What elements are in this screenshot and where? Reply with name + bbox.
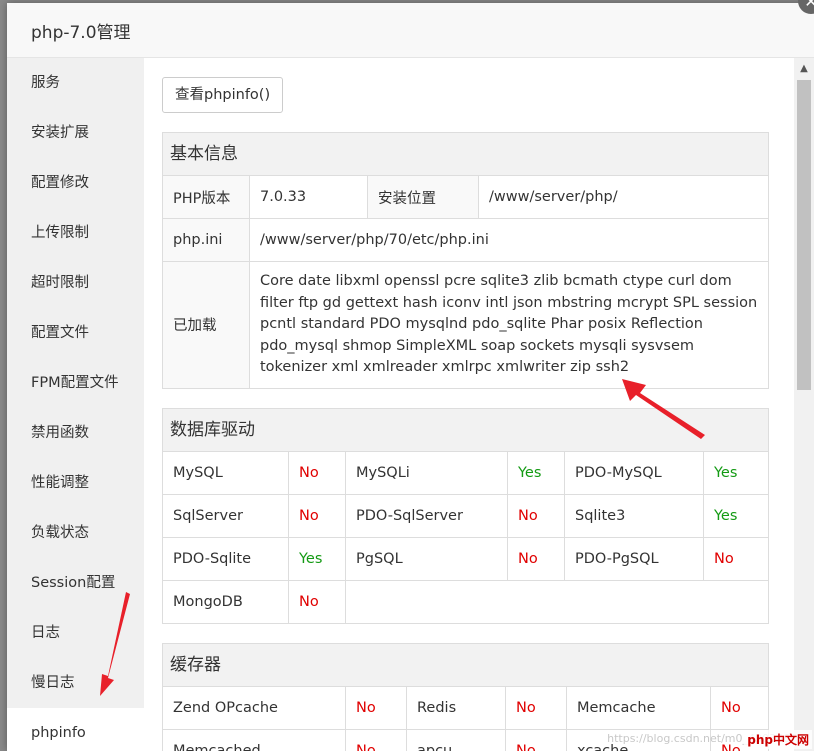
- basic-info-table: PHP版本 7.0.33 安装位置 /www/server/php/ php.i…: [163, 176, 768, 388]
- driver-status: No: [288, 451, 346, 495]
- driver-status: No: [703, 536, 768, 581]
- table-row: PDO-Sqlite Yes PgSQL No PDO-PgSQL No: [163, 536, 768, 581]
- driver-name: MongoDB: [163, 579, 289, 623]
- php-version-value: 7.0.33: [249, 176, 368, 219]
- table-row: MySQL No MySQLi Yes PDO-MySQL Yes: [163, 451, 768, 495]
- scroll-thumb[interactable]: [797, 80, 811, 390]
- driver-name: PDO-PgSQL: [564, 536, 704, 581]
- section-title: 基本信息: [163, 133, 768, 176]
- cache-status: No: [505, 728, 567, 751]
- driver-status: Yes: [703, 451, 768, 495]
- cache-status: No: [345, 728, 407, 751]
- section-title: 缓存器: [163, 643, 768, 687]
- driver-status: Yes: [703, 493, 768, 538]
- vertical-scrollbar[interactable]: ▲: [794, 58, 814, 751]
- db-drivers-table: MySQL No MySQLi Yes PDO-MySQL Yes SqlSer…: [163, 451, 768, 623]
- driver-name: SqlServer: [163, 493, 289, 538]
- sidebar-item-disabled-functions[interactable]: 禁用函数: [7, 408, 144, 458]
- driver-status: No: [288, 579, 346, 623]
- ini-path-value: /www/server/php/70/etc/php.ini: [249, 218, 768, 262]
- driver-status: No: [288, 493, 346, 538]
- cache-name: Redis: [406, 686, 506, 730]
- driver-name: PDO-MySQL: [564, 451, 704, 495]
- cache-name: apcu: [406, 728, 506, 751]
- driver-status: No: [507, 536, 565, 581]
- cache-name: Memcached: [163, 728, 346, 751]
- site-logo: php中文网: [744, 730, 812, 749]
- sidebar-item-config-file[interactable]: 配置文件: [7, 308, 144, 358]
- table-row: php.ini /www/server/php/70/etc/php.ini: [163, 218, 768, 262]
- annotation-arrow-icon: [100, 592, 130, 696]
- install-path-value: /www/server/php/: [478, 176, 768, 219]
- sidebar-item-phpinfo[interactable]: phpinfo: [7, 708, 144, 751]
- cache-name: Zend OPcache: [163, 686, 346, 730]
- dialog-title: php-7.0管理: [31, 22, 131, 43]
- driver-status: Yes: [288, 536, 346, 581]
- driver-name: MySQL: [163, 451, 289, 495]
- table-row: Zend OPcache No Redis No Memcache No: [163, 686, 768, 730]
- empty-cell: [345, 579, 768, 623]
- annotation-arrow-icon: [622, 379, 705, 439]
- sidebar-item-fpm-config[interactable]: FPM配置文件: [7, 358, 144, 408]
- sidebar-item-performance[interactable]: 性能调整: [7, 458, 144, 508]
- cache-status: No: [345, 686, 407, 730]
- dialog-title-bar: php-7.0管理: [7, 3, 814, 58]
- driver-name: PgSQL: [345, 536, 508, 581]
- scroll-up-arrow-icon[interactable]: ▲: [794, 58, 814, 78]
- cache-status: No: [710, 686, 768, 730]
- sidebar-item-timeout-limit[interactable]: 超时限制: [7, 258, 144, 308]
- driver-name: Sqlite3: [564, 493, 704, 538]
- driver-name: MySQLi: [345, 451, 508, 495]
- php-version-label: PHP版本: [163, 176, 250, 219]
- sidebar-item-install-extensions[interactable]: 安装扩展: [7, 108, 144, 158]
- driver-name: PDO-SqlServer: [345, 493, 508, 538]
- table-row: PHP版本 7.0.33 安装位置 /www/server/php/: [163, 176, 768, 219]
- view-phpinfo-button[interactable]: 查看phpinfo(): [162, 77, 284, 113]
- install-path-label: 安装位置: [367, 176, 479, 219]
- sidebar-item-upload-limit[interactable]: 上传限制: [7, 208, 144, 258]
- driver-status: No: [507, 493, 565, 538]
- sidebar-item-config-edit[interactable]: 配置修改: [7, 158, 144, 208]
- basic-info-section: 基本信息 PHP版本 7.0.33 安装位置 /www/server/php/ …: [162, 132, 769, 389]
- ini-label: php.ini: [163, 218, 250, 262]
- table-row: MongoDB No: [163, 579, 768, 623]
- sidebar-item-service[interactable]: 服务: [7, 58, 144, 108]
- sidebar-item-load-status[interactable]: 负载状态: [7, 508, 144, 558]
- cache-status: No: [505, 686, 567, 730]
- cache-name: Memcache: [566, 686, 711, 730]
- driver-name: PDO-Sqlite: [163, 536, 289, 581]
- table-row: SqlServer No PDO-SqlServer No Sqlite3 Ye…: [163, 493, 768, 538]
- loaded-label: 已加载: [163, 261, 250, 388]
- driver-status: Yes: [507, 451, 565, 495]
